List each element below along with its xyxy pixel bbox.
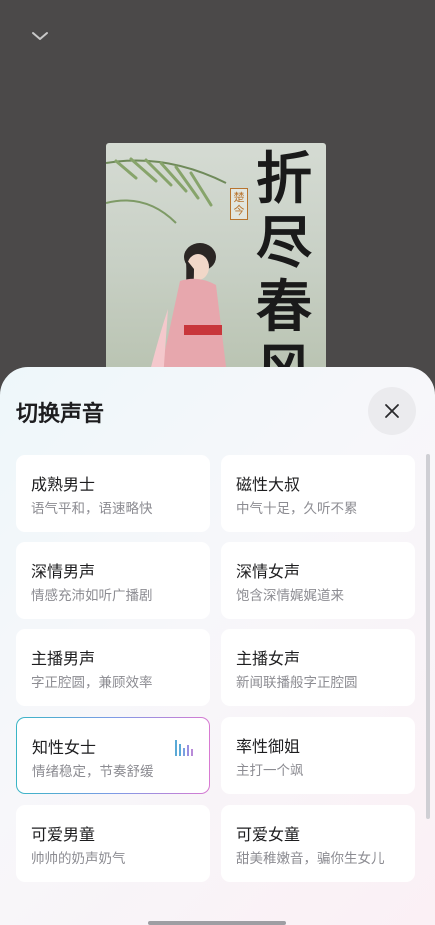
- voice-desc: 字正腔圆，兼顾效率: [31, 675, 153, 691]
- sheet-title: 切换声音: [16, 402, 105, 427]
- voice-name: 成熟男士: [31, 475, 96, 494]
- voice-desc: 新闻联播般字正腔圆: [236, 675, 358, 691]
- voice-card-cute-boy[interactable]: 可爱男童 帅帅的奶声奶气: [16, 805, 210, 882]
- voice-name: 主播男声: [31, 649, 96, 668]
- voice-card-intellectual-female[interactable]: 知性女士 情绪稳定，节奏舒缓: [16, 717, 210, 794]
- voice-card-cute-girl[interactable]: 可爱女童 甜美稚嫩音，骗你生女儿: [221, 805, 415, 882]
- voice-name: 可爱男童: [31, 825, 96, 844]
- voice-name: 可爱女童: [236, 825, 301, 844]
- close-button[interactable]: [368, 387, 416, 435]
- voice-card-magnetic-uncle[interactable]: 磁性大叔 中气十足，久听不累: [221, 455, 415, 532]
- voice-name: 主播女声: [236, 649, 301, 668]
- voice-desc: 帅帅的奶声奶气: [31, 851, 126, 867]
- voice-card-affectionate-female[interactable]: 深情女声 饱含深情娓娓道来: [221, 542, 415, 619]
- close-icon: [385, 404, 399, 418]
- voice-desc: 语气平和，语速略快: [31, 501, 153, 517]
- voice-desc: 饱含深情娓娓道来: [236, 588, 344, 604]
- voice-name: 深情女声: [236, 562, 301, 581]
- voice-name: 率性御姐: [236, 737, 301, 756]
- voice-card-affectionate-male[interactable]: 深情男声 情感充沛如听广播剧: [16, 542, 210, 619]
- book-title: 折尽春风: [256, 146, 312, 383]
- voice-name: 磁性大叔: [236, 475, 301, 494]
- playing-waveform-icon: [175, 740, 193, 756]
- cover-figure-art: [148, 243, 228, 383]
- voice-desc: 情感充沛如听广播剧: [31, 588, 153, 604]
- voice-desc: 主打一个飒: [236, 763, 304, 779]
- chevron-down-icon[interactable]: [28, 24, 52, 48]
- voice-name: 知性女士: [32, 738, 97, 757]
- voice-name: 深情男声: [31, 562, 96, 581]
- sheet-scrollbar[interactable]: [426, 454, 430, 819]
- voice-desc: 情绪稳定，节奏舒缓: [32, 764, 154, 780]
- voice-card-mature-male[interactable]: 成熟男士 语气平和，语速略快: [16, 455, 210, 532]
- home-indicator[interactable]: [148, 921, 286, 925]
- voice-switch-sheet: 切换声音 成熟男士 语气平和，语速略快 磁性大叔 中气十足，久听不累 深情男声 …: [0, 367, 435, 925]
- book-cover: 楚今 折尽春风: [106, 143, 326, 383]
- voice-card-anchor-female[interactable]: 主播女声 新闻联播般字正腔圆: [221, 629, 415, 706]
- book-author: 楚今: [230, 188, 248, 220]
- voice-desc: 甜美稚嫩音，骗你生女儿: [236, 851, 385, 867]
- voice-desc: 中气十足，久听不累: [236, 501, 358, 517]
- voice-card-bold-lady[interactable]: 率性御姐 主打一个飒: [221, 717, 415, 794]
- voice-card-anchor-male[interactable]: 主播男声 字正腔圆，兼顾效率: [16, 629, 210, 706]
